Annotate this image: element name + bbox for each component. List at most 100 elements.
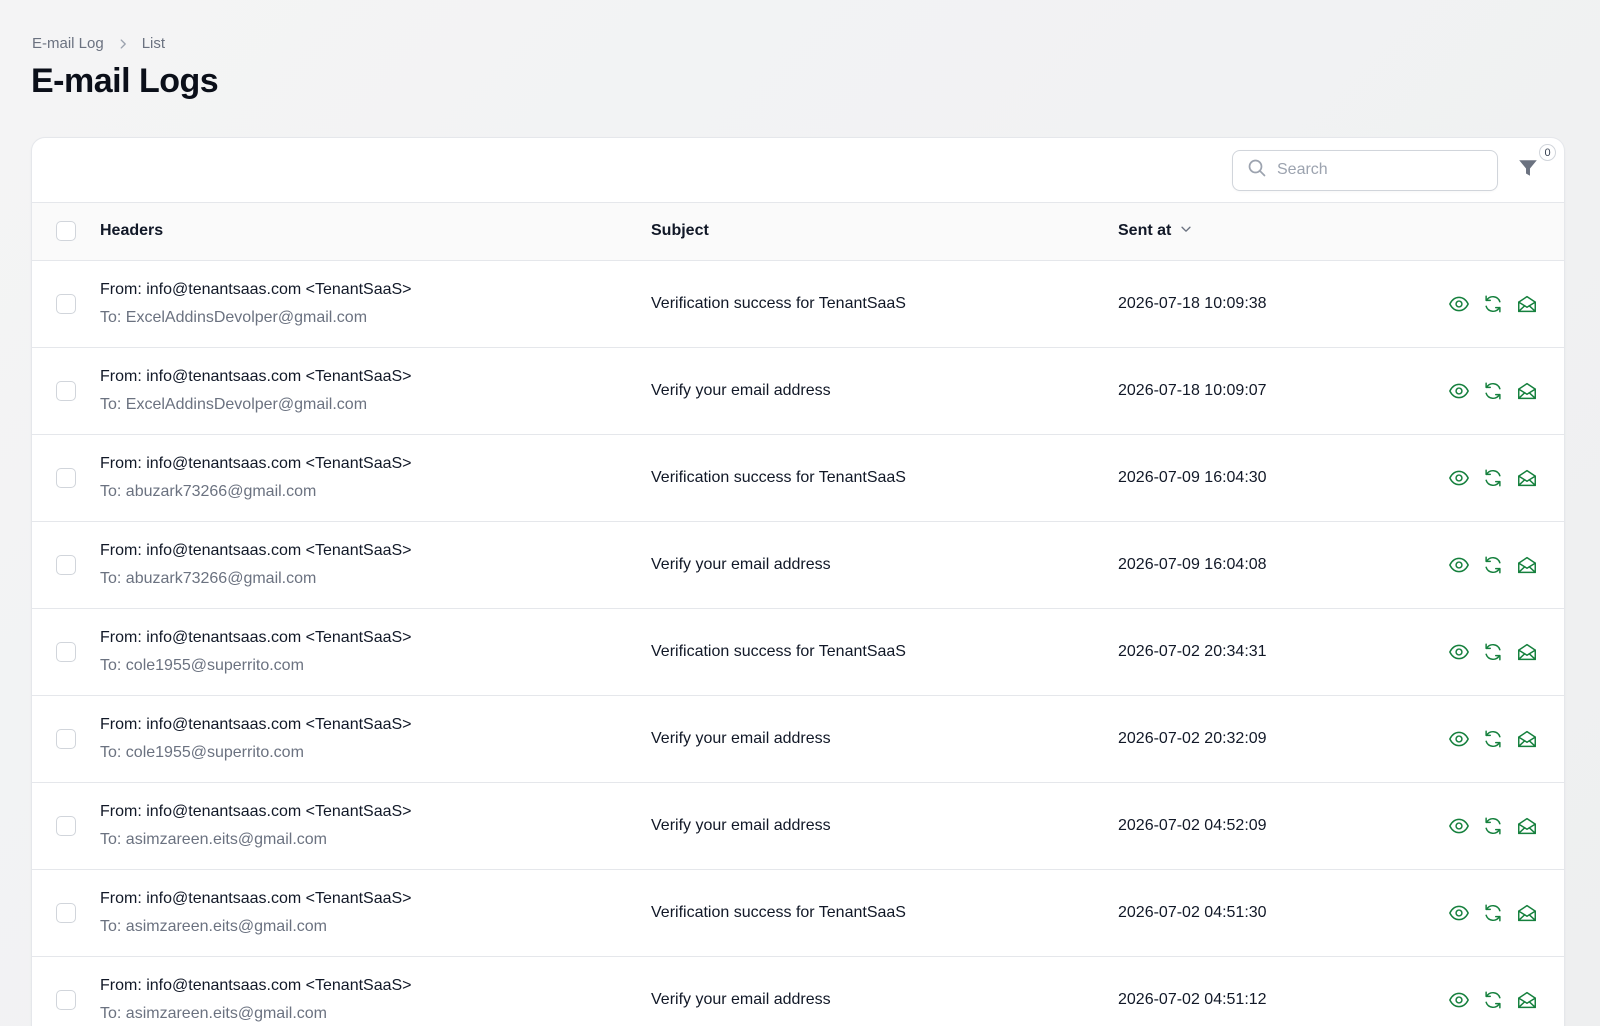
from-address: From: info@tenantsaas.com <TenantSaaS>	[100, 280, 412, 298]
resend-email-button[interactable]	[1482, 641, 1504, 663]
view-email-button[interactable]	[1448, 641, 1470, 663]
row-checkbox[interactable]	[56, 989, 76, 1010]
to-address: To: asimzareen.eits@gmail.com	[100, 917, 327, 935]
open-email-button[interactable]	[1516, 467, 1538, 489]
headers-cell: From: info@tenantsaas.com <TenantSaaS> To…	[100, 347, 651, 434]
column-header-sent-at[interactable]: Sent at	[1118, 203, 1408, 260]
view-email-button[interactable]	[1448, 554, 1470, 576]
search-icon	[1247, 158, 1267, 183]
eye-icon	[1448, 989, 1470, 1011]
sent-at-cell: 2026-07-02 20:32:09	[1118, 729, 1267, 747]
row-checkbox[interactable]	[56, 728, 76, 749]
row-select-cell	[32, 434, 100, 521]
view-email-button[interactable]	[1448, 467, 1470, 489]
resend-email-button[interactable]	[1482, 902, 1504, 924]
sent-at-sort[interactable]: Sent at	[1118, 222, 1193, 241]
search-input[interactable]	[1277, 161, 1477, 179]
row-actions	[1408, 467, 1564, 489]
to-address: To: asimzareen.eits@gmail.com	[100, 1004, 327, 1022]
breadcrumb-email-log[interactable]: E-mail Log	[32, 35, 104, 52]
chevron-right-icon	[116, 37, 130, 51]
resend-email-button[interactable]	[1482, 815, 1504, 837]
row-actions	[1408, 380, 1564, 402]
refresh-icon	[1482, 815, 1504, 837]
row-actions	[1408, 728, 1564, 750]
resend-email-button[interactable]	[1482, 728, 1504, 750]
row-select-cell	[32, 782, 100, 869]
sent-at-cell: 2026-07-02 04:52:09	[1118, 816, 1267, 834]
headers-cell: From: info@tenantsaas.com <TenantSaaS> To…	[100, 434, 651, 521]
resend-email-button[interactable]	[1482, 554, 1504, 576]
subject-cell: Verify your email address	[651, 729, 831, 747]
view-email-button[interactable]	[1448, 293, 1470, 315]
to-address: To: cole1955@superrito.com	[100, 743, 304, 761]
headers-cell: From: info@tenantsaas.com <TenantSaaS> To…	[100, 782, 651, 869]
view-email-button[interactable]	[1448, 989, 1470, 1011]
resend-email-button[interactable]	[1482, 989, 1504, 1011]
from-address: From: info@tenantsaas.com <TenantSaaS>	[100, 715, 412, 733]
resend-email-button[interactable]	[1482, 293, 1504, 315]
sent-at-cell: 2026-07-09 16:04:30	[1118, 468, 1267, 486]
open-email-button[interactable]	[1516, 815, 1538, 837]
open-email-button[interactable]	[1516, 554, 1538, 576]
row-actions	[1408, 293, 1564, 315]
open-email-button[interactable]	[1516, 380, 1538, 402]
envelope-open-icon	[1516, 380, 1538, 402]
table-row: From: info@tenantsaas.com <TenantSaaS> To…	[32, 521, 1564, 608]
row-checkbox[interactable]	[56, 641, 76, 662]
from-address: From: info@tenantsaas.com <TenantSaaS>	[100, 367, 412, 385]
eye-icon	[1448, 815, 1470, 837]
row-select-cell	[32, 608, 100, 695]
row-select-cell	[32, 869, 100, 956]
view-email-button[interactable]	[1448, 380, 1470, 402]
row-checkbox[interactable]	[56, 293, 76, 314]
open-email-button[interactable]	[1516, 902, 1538, 924]
headers-cell: From: info@tenantsaas.com <TenantSaaS> To…	[100, 956, 651, 1026]
select-all-checkbox[interactable]	[56, 221, 76, 242]
row-checkbox[interactable]	[56, 815, 76, 836]
view-email-button[interactable]	[1448, 728, 1470, 750]
to-address: To: abuzark73266@gmail.com	[100, 482, 317, 500]
row-checkbox[interactable]	[56, 467, 76, 488]
to-address: To: cole1955@superrito.com	[100, 656, 304, 674]
actions-cell	[1408, 695, 1564, 782]
filter-button[interactable]: 0	[1514, 144, 1556, 184]
column-header-headers: Headers	[100, 222, 164, 240]
open-email-button[interactable]	[1516, 641, 1538, 663]
sent-at-cell: 2026-07-02 04:51:30	[1118, 903, 1267, 921]
view-email-button[interactable]	[1448, 902, 1470, 924]
envelope-open-icon	[1516, 293, 1538, 315]
row-checkbox[interactable]	[56, 902, 76, 923]
envelope-open-icon	[1516, 728, 1538, 750]
row-checkbox[interactable]	[56, 380, 76, 401]
column-header-subject: Subject	[651, 222, 709, 240]
subject-cell: Verification success for TenantSaaS	[651, 468, 906, 486]
row-actions	[1408, 554, 1564, 576]
eye-icon	[1448, 554, 1470, 576]
row-actions	[1408, 902, 1564, 924]
open-email-button[interactable]	[1516, 989, 1538, 1011]
sent-at-cell: 2026-07-09 16:04:08	[1118, 555, 1267, 573]
refresh-icon	[1482, 641, 1504, 663]
headers-cell: From: info@tenantsaas.com <TenantSaaS> To…	[100, 521, 651, 608]
subject-cell: Verify your email address	[651, 381, 831, 399]
resend-email-button[interactable]	[1482, 380, 1504, 402]
chevron-down-icon	[1179, 222, 1193, 241]
to-address: To: ExcelAddinsDevolper@gmail.com	[100, 308, 368, 326]
subject-cell: Verification success for TenantSaaS	[651, 642, 906, 660]
table-row: From: info@tenantsaas.com <TenantSaaS> To…	[32, 260, 1564, 347]
view-email-button[interactable]	[1448, 815, 1470, 837]
open-email-button[interactable]	[1516, 728, 1538, 750]
resend-email-button[interactable]	[1482, 467, 1504, 489]
row-checkbox[interactable]	[56, 554, 76, 575]
row-select-cell	[32, 260, 100, 347]
eye-icon	[1448, 293, 1470, 315]
sent-at-cell: 2026-07-18 10:09:07	[1118, 381, 1267, 399]
search-box	[1232, 149, 1498, 191]
eye-icon	[1448, 467, 1470, 489]
table-body: From: info@tenantsaas.com <TenantSaaS> To…	[32, 260, 1564, 1026]
actions-cell	[1408, 260, 1564, 347]
from-address: From: info@tenantsaas.com <TenantSaaS>	[100, 541, 412, 559]
eye-icon	[1448, 902, 1470, 924]
open-email-button[interactable]	[1516, 293, 1538, 315]
